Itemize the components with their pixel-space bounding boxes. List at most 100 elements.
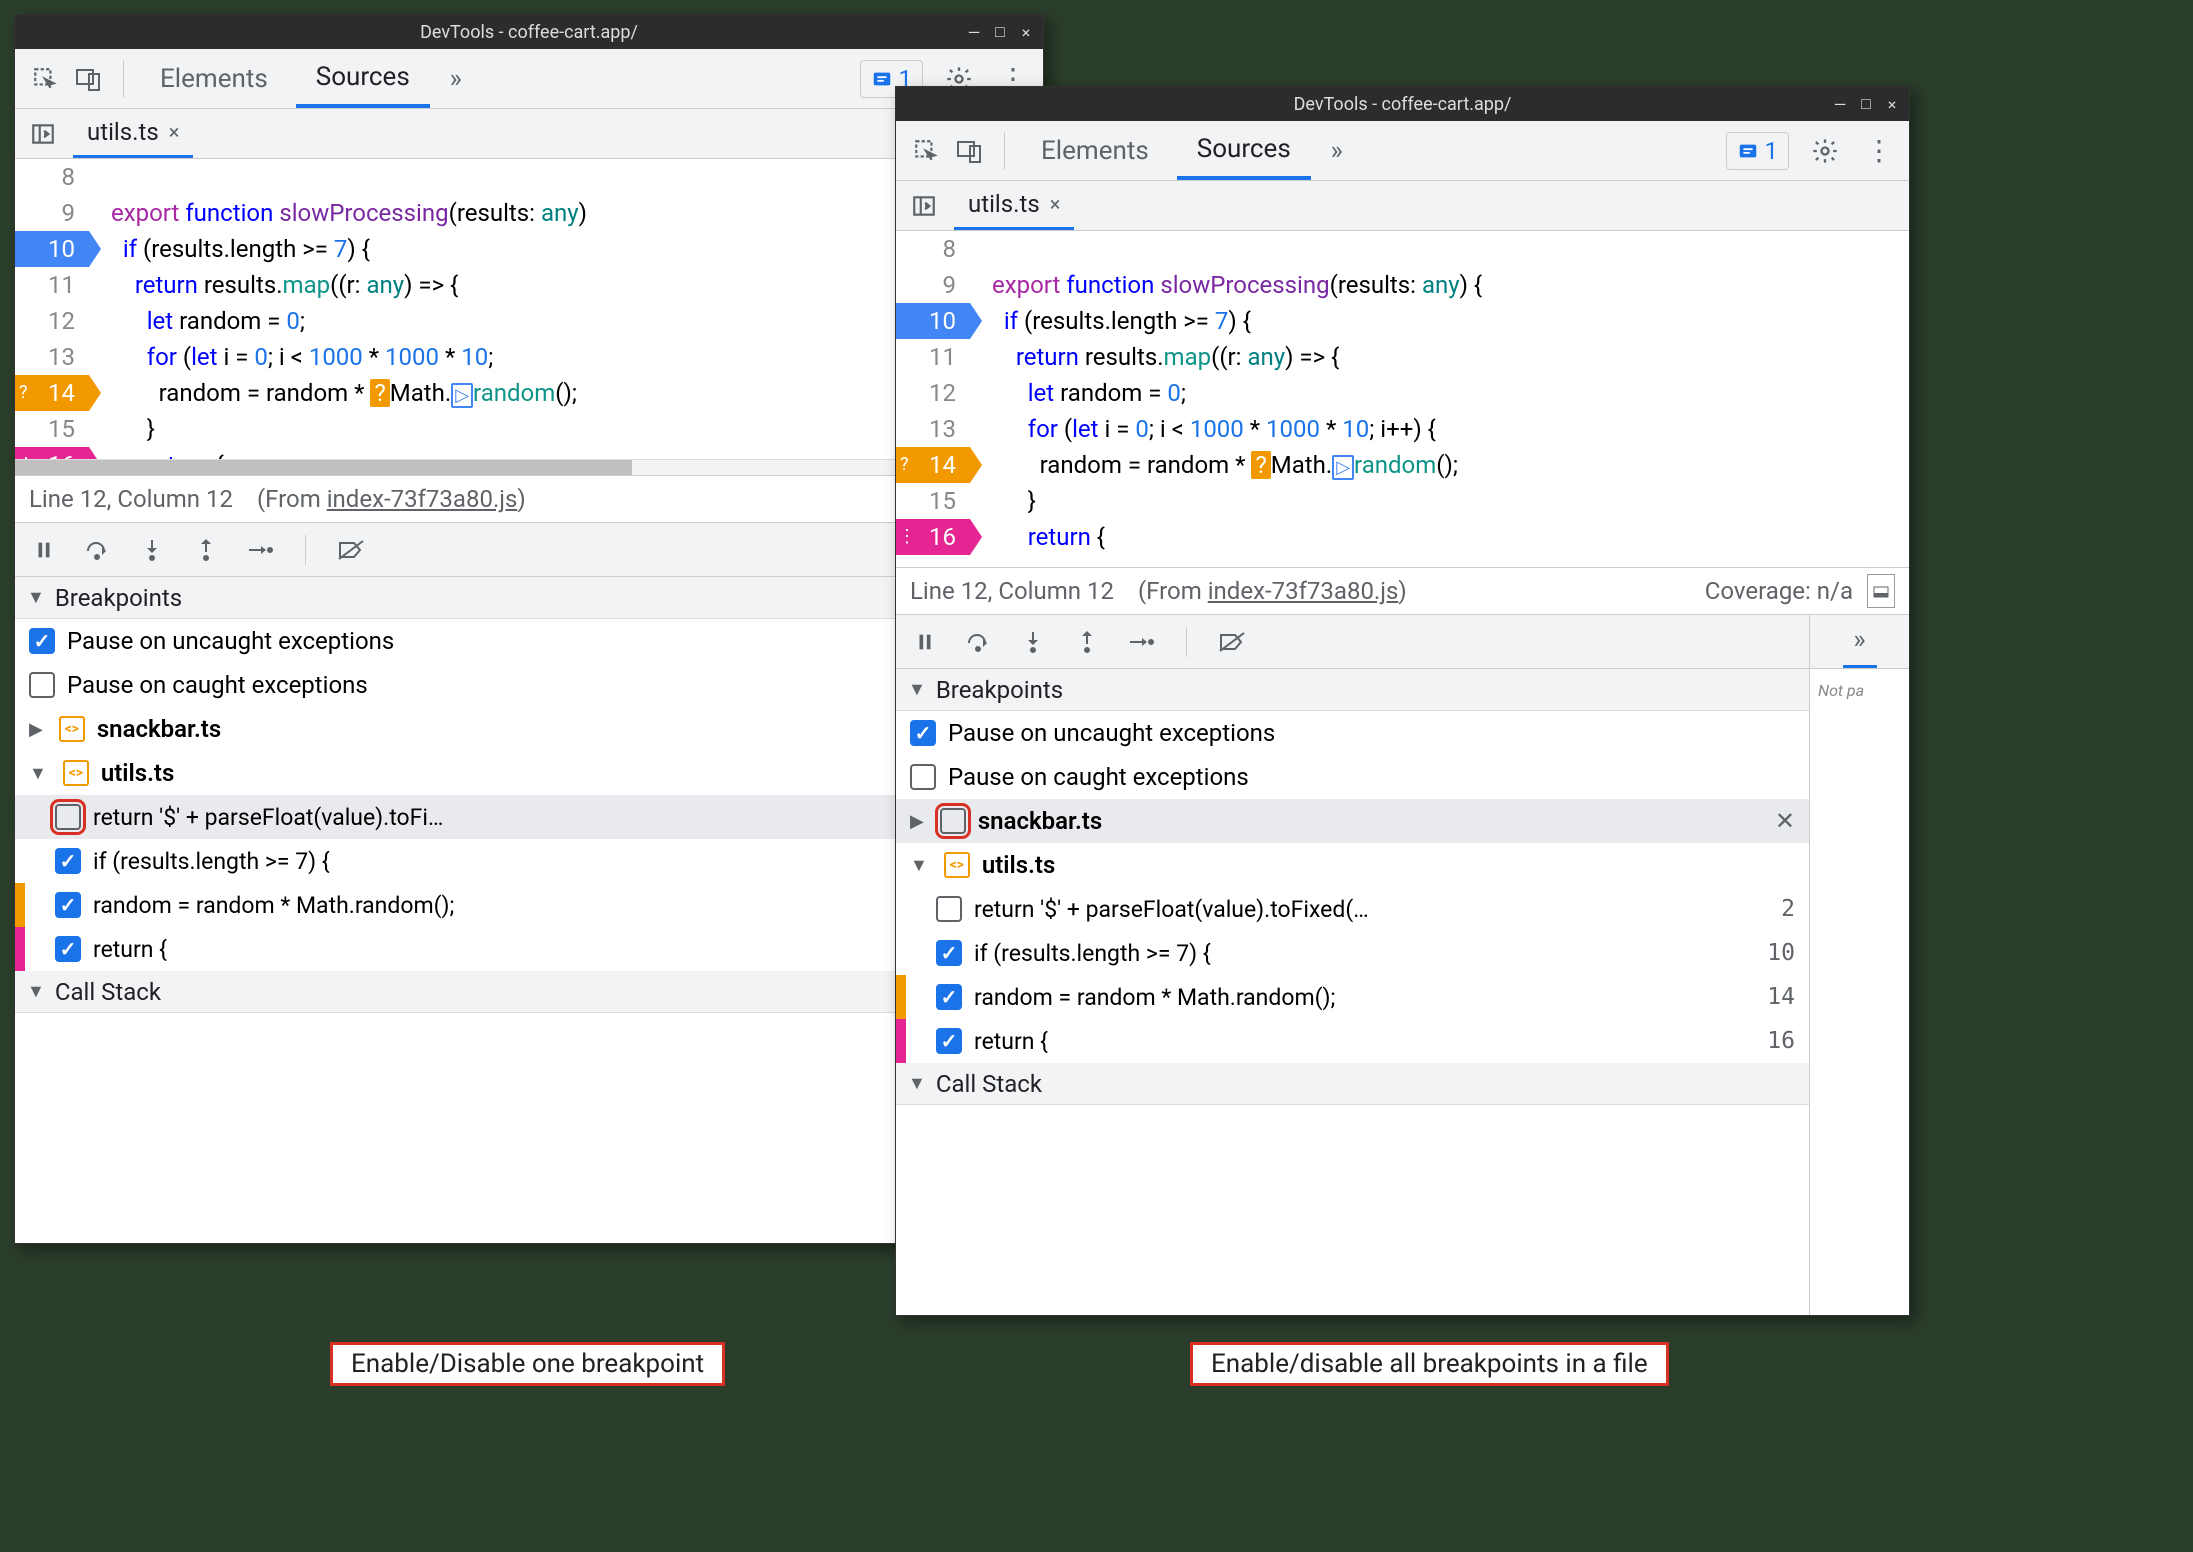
- device-toggle-icon[interactable]: [952, 133, 988, 169]
- issues-badge[interactable]: 1: [1726, 132, 1790, 170]
- breakpoint-checkbox[interactable]: [936, 984, 962, 1010]
- kebab-menu-icon[interactable]: ⋮: [1861, 133, 1897, 169]
- breakpoint-item[interactable]: return { 16: [906, 1019, 1809, 1063]
- maximize-button[interactable]: □: [1855, 93, 1877, 115]
- step-icon[interactable]: [1124, 625, 1158, 659]
- sourcemap-link[interactable]: index-73f73a80.js: [1208, 577, 1399, 605]
- breakpoint-checkbox[interactable]: [55, 848, 81, 874]
- step-over-icon[interactable]: [81, 533, 115, 567]
- tab-elements[interactable]: Elements: [1021, 121, 1169, 180]
- file-tab-bar: utils.ts ×: [15, 109, 1043, 159]
- window-title: DevTools - coffee-cart.app/: [420, 22, 638, 43]
- breakpoint-file-utils[interactable]: ▼ <> utils.ts: [896, 843, 1809, 887]
- deactivate-breakpoints-icon[interactable]: [334, 533, 368, 567]
- breakpoint-line-number: 2: [1781, 896, 1795, 922]
- breakpoint-file-snackbar[interactable]: ▶ snackbar.ts ✕: [896, 799, 1809, 843]
- close-window-button[interactable]: ×: [1881, 93, 1903, 115]
- step-out-icon[interactable]: [1070, 625, 1104, 659]
- breakpoint-file-utils[interactable]: ▼ <> utils.ts: [15, 751, 1043, 795]
- breakpoint-item[interactable]: random = random * Math.random(); 14: [25, 883, 1043, 927]
- pause-uncaught-row[interactable]: Pause on uncaught exceptions: [896, 711, 1809, 755]
- breakpoint-item[interactable]: return '$' + parseFloat(value).toFi… ✎ ✕…: [15, 795, 1043, 839]
- step-icon[interactable]: [243, 533, 277, 567]
- step-into-icon[interactable]: [1016, 625, 1050, 659]
- callstack-section-header[interactable]: ▼ Call Stack: [15, 971, 1043, 1013]
- breakpoint-checkbox[interactable]: [55, 936, 81, 962]
- more-tabs-icon[interactable]: »: [1843, 615, 1877, 668]
- callstack-section-header[interactable]: ▼ Call Stack: [896, 1063, 1809, 1105]
- gear-icon[interactable]: [1807, 133, 1843, 169]
- file-tab-utils[interactable]: utils.ts ×: [73, 109, 193, 158]
- pause-caught-row[interactable]: Pause on caught exceptions: [896, 755, 1809, 799]
- breakpoint-checkbox[interactable]: [936, 896, 962, 922]
- collapse-triangle-icon: ▼: [908, 679, 926, 700]
- inspect-icon[interactable]: [27, 61, 63, 97]
- pause-caught-checkbox[interactable]: [910, 764, 936, 790]
- close-window-button[interactable]: ×: [1015, 21, 1037, 43]
- more-tabs-icon[interactable]: »: [1319, 133, 1355, 169]
- tab-sources[interactable]: Sources: [296, 49, 430, 108]
- more-tabs-icon[interactable]: »: [438, 61, 474, 97]
- collapse-triangle-icon: ▼: [29, 763, 47, 784]
- sourcemap-origin: (From index-73f73a80.js): [1138, 577, 1407, 605]
- caption-right: Enable/disable all breakpoints in a file: [1190, 1342, 1669, 1386]
- cursor-position: Line 12, Column 12: [910, 577, 1114, 605]
- not-paused-label: Not pa: [1818, 681, 1864, 700]
- show-navigator-icon[interactable]: [25, 116, 61, 152]
- pause-uncaught-checkbox[interactable]: [910, 720, 936, 746]
- code-editor[interactable]: 8 9export function slowProcessing(result…: [15, 159, 1043, 459]
- collapse-pane-icon[interactable]: [1867, 574, 1895, 608]
- close-tab-icon[interactable]: ×: [169, 120, 180, 144]
- debugger-toolbar: [896, 615, 1809, 669]
- window-title: DevTools - coffee-cart.app/: [1294, 94, 1512, 115]
- show-navigator-icon[interactable]: [906, 188, 942, 224]
- breakpoint-item[interactable]: random = random * Math.random(); 14: [906, 975, 1809, 1019]
- breakpoint-item[interactable]: if (results.length >= 7) { 10: [25, 839, 1043, 883]
- tab-elements[interactable]: Elements: [140, 49, 288, 108]
- breakpoint-checkbox[interactable]: [936, 1028, 962, 1054]
- pause-caught-row[interactable]: Pause on caught exceptions: [15, 663, 1043, 707]
- breakpoint-line-number: 14: [1767, 984, 1795, 1010]
- deactivate-breakpoints-icon[interactable]: [1215, 625, 1249, 659]
- ts-file-icon: <>: [63, 760, 89, 786]
- sourcemap-origin: (From index-73f73a80.js): [257, 485, 526, 513]
- right-pane-tabs: »: [1810, 615, 1909, 669]
- pause-uncaught-checkbox[interactable]: [29, 628, 55, 654]
- device-toggle-icon[interactable]: [71, 61, 107, 97]
- inspect-icon[interactable]: [908, 133, 944, 169]
- file-breakpoints-checkbox[interactable]: [940, 808, 966, 834]
- breakpoint-item[interactable]: return '$' + parseFloat(value).toFixed(……: [896, 887, 1809, 931]
- breakpoints-section-header[interactable]: ▼ Breakpoints: [15, 577, 1043, 619]
- maximize-button[interactable]: □: [989, 21, 1011, 43]
- collapse-triangle-icon: ▼: [908, 1073, 926, 1094]
- breakpoint-file-snackbar[interactable]: ▶ <> snackbar.ts: [15, 707, 1043, 751]
- remove-icon[interactable]: ✕: [1775, 807, 1795, 835]
- breakpoint-checkbox[interactable]: [55, 892, 81, 918]
- cursor-position: Line 12, Column 12: [29, 485, 233, 513]
- file-tab-bar: utils.ts ×: [896, 181, 1909, 231]
- devtools-toolbar: Elements Sources » 1 ⋮: [896, 121, 1909, 181]
- close-tab-icon[interactable]: ×: [1050, 192, 1061, 216]
- pause-uncaught-row[interactable]: Pause on uncaught exceptions: [15, 619, 1043, 663]
- pause-icon[interactable]: [27, 533, 61, 567]
- sourcemap-link[interactable]: index-73f73a80.js: [327, 485, 518, 513]
- code-editor[interactable]: 8 9export function slowProcessing(result…: [896, 231, 1909, 567]
- breakpoint-item[interactable]: if (results.length >= 7) { 10: [906, 931, 1809, 975]
- minimize-button[interactable]: —: [1829, 93, 1851, 115]
- caption-left: Enable/Disable one breakpoint: [330, 1342, 725, 1386]
- step-into-icon[interactable]: [135, 533, 169, 567]
- collapse-triangle-icon: ▼: [910, 855, 928, 876]
- file-tab-utils[interactable]: utils.ts ×: [954, 181, 1074, 230]
- pause-icon[interactable]: [908, 625, 942, 659]
- pause-caught-checkbox[interactable]: [29, 672, 55, 698]
- editor-statusbar: Line 12, Column 12 (From index-73f73a80.…: [896, 567, 1909, 615]
- breakpoint-checkbox[interactable]: [936, 940, 962, 966]
- breakpoint-item[interactable]: return { 16: [25, 927, 1043, 971]
- minimize-button[interactable]: —: [963, 21, 985, 43]
- breakpoints-section-header[interactable]: ▼ Breakpoints: [896, 669, 1809, 711]
- step-over-icon[interactable]: [962, 625, 996, 659]
- tab-sources[interactable]: Sources: [1177, 121, 1311, 180]
- horizontal-scrollbar[interactable]: [15, 459, 1043, 475]
- breakpoint-checkbox[interactable]: [55, 804, 81, 830]
- step-out-icon[interactable]: [189, 533, 223, 567]
